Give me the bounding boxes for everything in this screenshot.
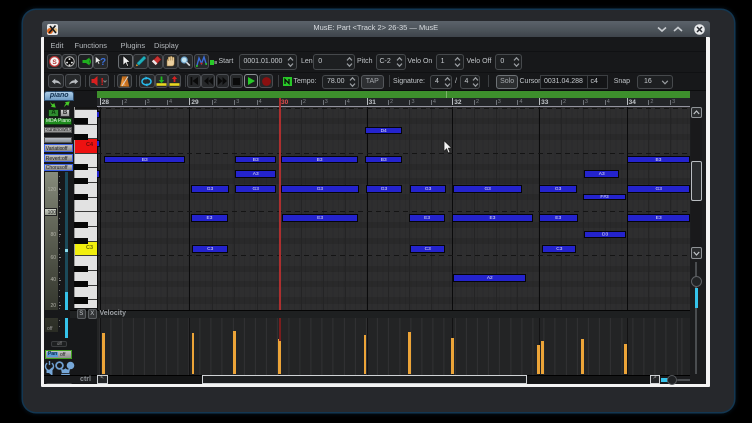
svg-text:!: ! (100, 77, 103, 88)
svg-text:?: ? (100, 57, 106, 68)
svg-text:S: S (52, 59, 57, 66)
